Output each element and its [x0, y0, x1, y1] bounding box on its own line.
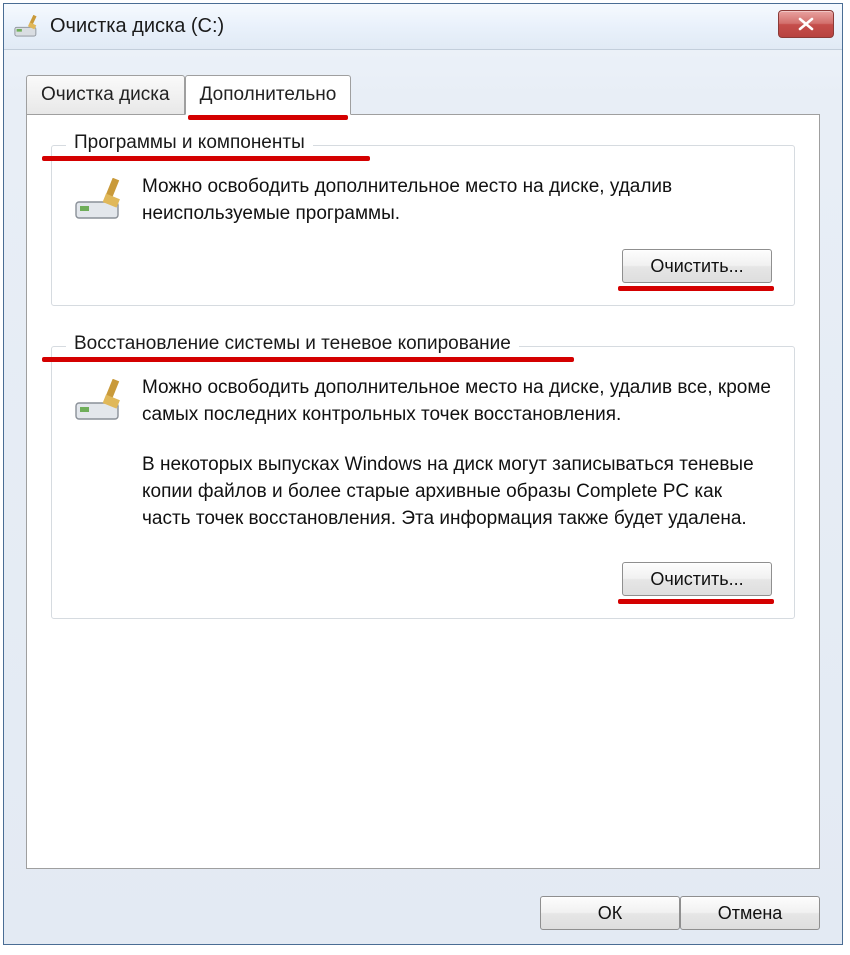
tab-label: Очистка диска [41, 84, 170, 106]
tab-content: Программы и компоненты Можно освободить … [26, 114, 820, 869]
highlight-underline [42, 357, 574, 362]
group-legend: Программы и компоненты [66, 132, 313, 154]
group-text-wrap: Можно освободить дополнительное место на… [142, 375, 772, 532]
tab-strip: Очистка диска Дополнительно [26, 74, 842, 114]
group-body: Можно освободить дополнительное место на… [74, 375, 772, 532]
disk-cleanup-icon [74, 178, 128, 222]
button-label: Очистить... [650, 569, 743, 590]
titlebar: Очистка диска (C:) [4, 4, 842, 50]
tab-label: Дополнительно [200, 84, 337, 106]
group-system-restore: Восстановление системы и теневое копиров… [51, 346, 795, 619]
group-text: Можно освободить дополнительное место на… [142, 174, 772, 227]
disk-cleanup-icon [74, 379, 128, 423]
highlight-underline [618, 599, 774, 604]
spacer [142, 428, 772, 452]
close-button[interactable] [778, 10, 834, 38]
button-label: Отмена [718, 903, 783, 924]
button-row: Очистить... [74, 249, 772, 283]
button-label: Очистить... [650, 256, 743, 277]
dialog-footer: ОК Отмена [26, 896, 820, 930]
group-text: Можно освободить дополнительное место на… [142, 375, 772, 428]
dialog-window: Очистка диска (C:) Очистка диска Дополни… [3, 3, 843, 945]
highlight-underline [42, 156, 370, 161]
cleanup-restore-button[interactable]: Очистить... [622, 562, 772, 596]
group-body: Можно освободить дополнительное место на… [74, 174, 772, 227]
tab-more-options[interactable]: Дополнительно [185, 75, 352, 115]
group-text: В некоторых выпусках Windows на диск мог… [142, 452, 772, 532]
button-label: ОК [598, 903, 623, 924]
cancel-button[interactable]: Отмена [680, 896, 820, 930]
group-legend: Восстановление системы и теневое копиров… [66, 333, 519, 355]
tab-disk-cleanup[interactable]: Очистка диска [26, 75, 185, 115]
group-programs: Программы и компоненты Можно освободить … [51, 145, 795, 306]
disk-cleanup-icon [14, 15, 42, 39]
window-title: Очистка диска (C:) [50, 15, 224, 38]
ok-button[interactable]: ОК [540, 896, 680, 930]
button-row: Очистить... [74, 562, 772, 596]
highlight-underline [618, 286, 774, 291]
cleanup-programs-button[interactable]: Очистить... [622, 249, 772, 283]
close-icon [797, 17, 815, 31]
